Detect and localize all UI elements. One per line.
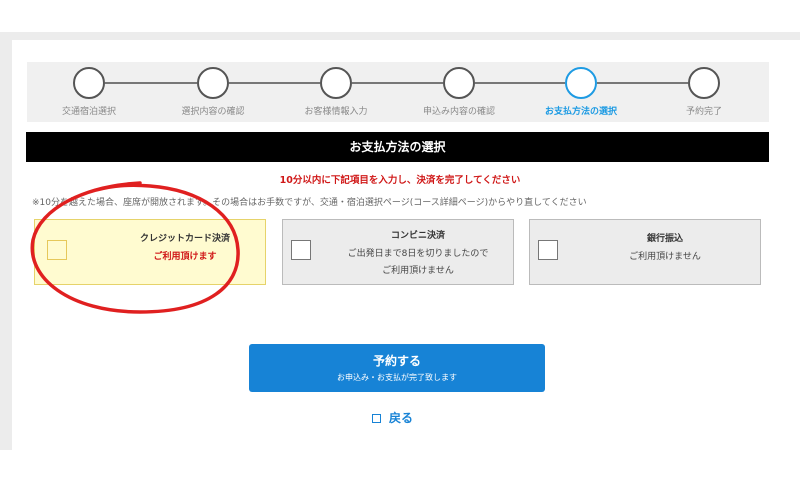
step-6-label: 予約完了 <box>685 107 722 117</box>
step-connector <box>105 82 197 84</box>
time-limit-warning: 10分以内に下記項目を入力し、決済を完了してください <box>279 175 521 186</box>
step-connector <box>597 82 688 84</box>
credit-card-checkbox[interactable] <box>47 240 67 260</box>
credit-card-availability: ご利用頂けます <box>153 252 217 262</box>
reserve-button-label: 予約する <box>372 354 421 368</box>
convenience-store-availability: ご利用頂けません <box>382 266 454 276</box>
step-4-circle <box>443 67 475 99</box>
step-2-circle <box>197 67 229 99</box>
step-6-circle <box>688 67 720 99</box>
frame-top-border <box>0 32 800 40</box>
step-5-label: お支払方法の選択 <box>544 107 617 117</box>
payment-option-bank-transfer[interactable]: 銀行振込 ご利用頂けません <box>529 219 761 285</box>
step-2-label: 選択内容の確認 <box>181 107 245 117</box>
convenience-store-checkbox[interactable] <box>291 240 311 260</box>
convenience-store-title: コンビニ決済 <box>390 231 445 241</box>
step-connector <box>475 82 565 84</box>
bank-transfer-title: 銀行振込 <box>646 234 683 244</box>
bank-transfer-checkbox[interactable] <box>538 240 558 260</box>
step-3-circle <box>320 67 352 99</box>
convenience-store-reason: ご出発日まで8日を切りましたので <box>347 249 489 259</box>
reserve-button[interactable]: 予約する お申込み・お支払が完了致します <box>249 344 545 392</box>
step-1-circle <box>73 67 105 99</box>
step-connector <box>352 82 443 84</box>
back-link[interactable]: 戻る <box>372 409 413 426</box>
step-1-label: 交通宿泊選択 <box>61 107 116 117</box>
step-4-label: 申込み内容の確認 <box>422 107 495 117</box>
seat-release-note: ※10分を越えた場合、座席が開放されます。その場合はお手数ですが、交通・宿泊選択… <box>32 198 587 208</box>
reserve-button-sub: お申込み・お支払が完了致します <box>337 373 457 382</box>
step-connector <box>229 82 320 84</box>
back-link-label: 戻る <box>389 411 414 425</box>
payment-option-convenience-store[interactable]: コンビニ決済 ご出発日まで8日を切りましたので ご利用頂けません <box>282 219 514 285</box>
credit-card-title: クレジットカード決済 <box>139 234 230 244</box>
section-title: お支払方法の選択 <box>26 132 769 162</box>
step-3-label: お客様情報入力 <box>304 107 368 117</box>
payment-option-credit-card[interactable]: クレジットカード決済 ご利用頂けます <box>34 219 266 285</box>
frame-left-border <box>0 36 12 450</box>
step-5-circle <box>565 67 597 99</box>
square-icon <box>372 414 381 423</box>
bank-transfer-availability: ご利用頂けません <box>629 252 701 262</box>
